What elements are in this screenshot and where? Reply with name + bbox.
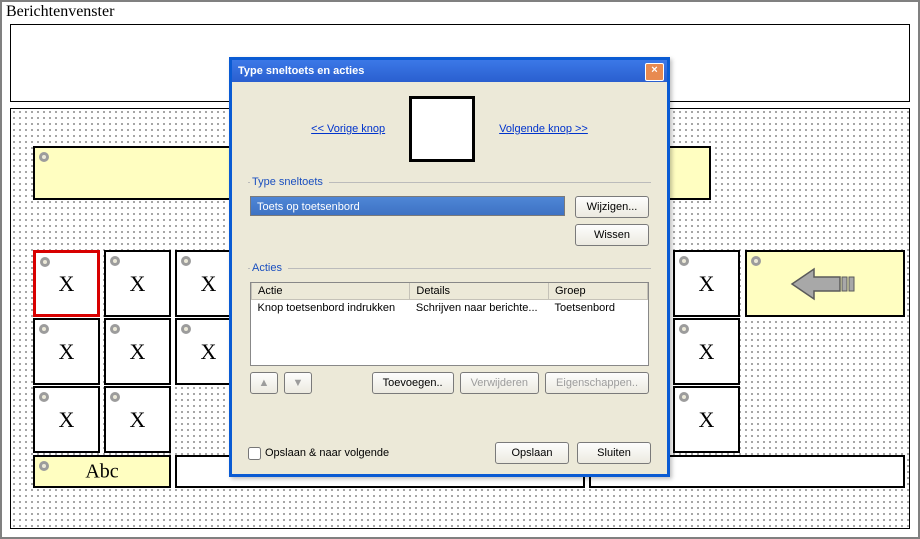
hotkey-value-display[interactable]: Toets op toetsenbord xyxy=(250,196,565,216)
key-label: X xyxy=(35,339,98,365)
key-cell[interactable]: X xyxy=(104,386,171,453)
key-cell[interactable]: X xyxy=(673,386,740,453)
actions-fieldset: Acties Actie Details Groep Knop xyxy=(248,262,651,396)
button-preview-box xyxy=(409,96,475,162)
prev-button-link[interactable]: << Vorige knop xyxy=(311,123,385,135)
key-label: X xyxy=(35,407,98,433)
save-and-next-checkbox[interactable] xyxy=(248,447,261,460)
key-label: X xyxy=(675,339,738,365)
gear-icon xyxy=(677,322,691,336)
key-cell[interactable]: X xyxy=(673,250,740,317)
key-cell-selected[interactable]: X xyxy=(33,250,100,317)
change-hotkey-button[interactable]: Wijzigen... xyxy=(575,196,649,218)
gear-icon xyxy=(37,322,51,336)
back-arrow-icon xyxy=(790,265,860,303)
messages-window-label: Berichtenvenster xyxy=(6,3,114,21)
hotkey-fieldset: Type sneltoets Toets op toetsenbord Wijz… xyxy=(248,176,651,248)
gear-icon xyxy=(108,322,122,336)
move-up-button[interactable]: ▲ xyxy=(250,372,278,394)
dialog-title-text: Type sneltoets en acties xyxy=(238,65,364,77)
key-cell[interactable]: X xyxy=(673,318,740,385)
save-and-next-label[interactable]: Opslaan & naar volgende xyxy=(248,447,389,460)
gear-icon xyxy=(677,254,691,268)
hotkey-legend: Type sneltoets xyxy=(250,176,329,188)
table-row[interactable]: Knop toetsenbord indrukken Schrijven naa… xyxy=(252,300,648,317)
hotkey-actions-dialog: Type sneltoets en acties × << Vorige kno… xyxy=(229,57,670,477)
col-details[interactable]: Details xyxy=(410,283,549,300)
key-label: X xyxy=(106,271,169,297)
add-action-button[interactable]: Toevoegen.. xyxy=(372,372,454,394)
save-and-next-text: Opslaan & naar volgende xyxy=(265,447,389,459)
key-cell[interactable]: X xyxy=(33,386,100,453)
actions-table[interactable]: Actie Details Groep Knop toetsenbord ind… xyxy=(251,283,648,316)
backspace-cell[interactable] xyxy=(745,250,905,317)
remove-action-button[interactable]: Verwijderen xyxy=(460,372,539,394)
gear-icon xyxy=(37,390,51,404)
gear-icon xyxy=(677,390,691,404)
key-label: X xyxy=(36,271,97,297)
gear-icon xyxy=(108,390,122,404)
save-button[interactable]: Opslaan xyxy=(495,442,569,464)
gear-icon xyxy=(108,254,122,268)
next-button-link[interactable]: Volgende knop >> xyxy=(499,123,588,135)
key-cell[interactable]: X xyxy=(33,318,100,385)
key-cell[interactable]: X xyxy=(104,250,171,317)
close-button[interactable]: Sluiten xyxy=(577,442,651,464)
col-groep[interactable]: Groep xyxy=(548,283,647,300)
gear-icon xyxy=(179,254,193,268)
move-down-button[interactable]: ▼ xyxy=(284,372,312,394)
clear-hotkey-button[interactable]: Wissen xyxy=(575,224,649,246)
dialog-titlebar: Type sneltoets en acties × xyxy=(232,60,667,82)
dialog-close-button[interactable]: × xyxy=(645,63,664,81)
cell-groep: Toetsenbord xyxy=(548,300,647,317)
col-actie[interactable]: Actie xyxy=(252,283,410,300)
key-cell[interactable]: X xyxy=(104,318,171,385)
key-label: X xyxy=(675,407,738,433)
actions-legend: Acties xyxy=(250,262,288,274)
gear-icon xyxy=(179,322,193,336)
abc-label: Abc xyxy=(35,460,169,483)
gear-icon xyxy=(38,255,52,269)
key-label: X xyxy=(106,339,169,365)
key-label: X xyxy=(675,271,738,297)
key-label: X xyxy=(106,407,169,433)
abc-cell[interactable]: Abc xyxy=(33,455,171,488)
table-header-row: Actie Details Groep xyxy=(252,283,648,300)
actions-table-wrap: Actie Details Groep Knop toetsenbord ind… xyxy=(250,282,649,366)
properties-button[interactable]: Eigenschappen.. xyxy=(545,372,649,394)
cell-actie: Knop toetsenbord indrukken xyxy=(252,300,410,317)
close-icon: × xyxy=(651,64,657,76)
gear-icon xyxy=(749,254,763,268)
cell-details: Schrijven naar berichte... xyxy=(410,300,549,317)
